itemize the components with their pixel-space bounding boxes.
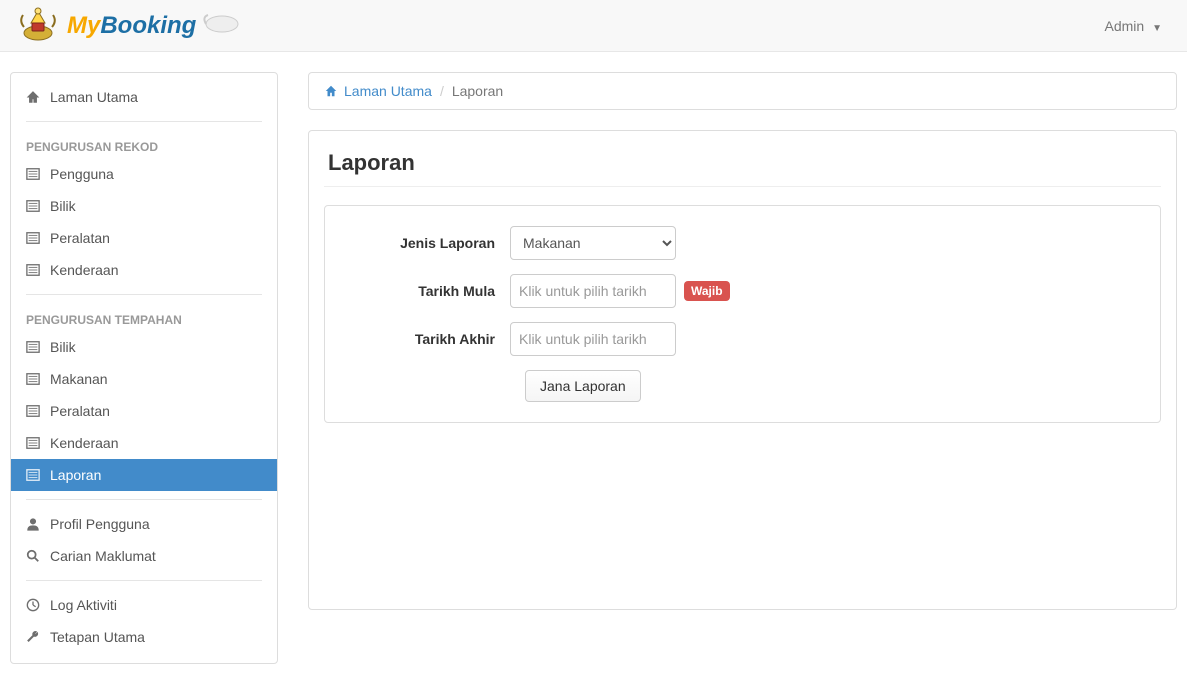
sidebar-item-peralatan-tempahan[interactable]: Peralatan — [11, 395, 277, 427]
sidebar-item-label: Log Aktiviti — [50, 597, 117, 613]
list-icon — [26, 468, 40, 482]
chevron-down-icon: ▼ — [1152, 23, 1162, 34]
wrench-icon — [26, 630, 40, 644]
sidebar-item-label: Kenderaan — [50, 262, 119, 278]
brand[interactable]: MyBooking — [15, 4, 242, 47]
sidebar-item-label: Pengguna — [50, 166, 114, 182]
sidebar-item-laporan[interactable]: Laporan — [11, 459, 277, 491]
breadcrumb-current: Laporan — [452, 83, 503, 99]
sidebar-item-profil[interactable]: Profil Pengguna — [11, 508, 277, 540]
list-icon — [26, 231, 40, 245]
sidebar-item-log[interactable]: Log Aktiviti — [11, 589, 277, 621]
sidebar-item-makanan[interactable]: Makanan — [11, 363, 277, 395]
list-icon — [26, 167, 40, 181]
list-icon — [26, 199, 40, 213]
jenis-laporan-label: Jenis Laporan — [345, 235, 510, 251]
sidebar-item-home[interactable]: Laman Utama — [11, 81, 277, 113]
divider — [26, 121, 262, 122]
list-icon — [26, 436, 40, 450]
list-icon — [26, 404, 40, 418]
page-title: Laporan — [324, 146, 1161, 187]
sidebar-item-peralatan-rekod[interactable]: Peralatan — [11, 222, 277, 254]
divider — [26, 294, 262, 295]
sidebar-item-label: Peralatan — [50, 230, 110, 246]
user-icon — [26, 517, 40, 531]
breadcrumb-home-link[interactable]: Laman Utama — [324, 83, 432, 99]
sidebar-item-bilik-tempahan[interactable]: Bilik — [11, 331, 277, 363]
sidebar: Laman Utama PENGURUSAN REKOD Pengguna Bi… — [10, 72, 278, 664]
sidebar-item-label: Kenderaan — [50, 435, 119, 451]
divider — [26, 580, 262, 581]
list-icon — [26, 263, 40, 277]
mouse-icon — [202, 4, 242, 47]
sidebar-item-label: Bilik — [50, 339, 76, 355]
sidebar-item-label: Bilik — [50, 198, 76, 214]
sidebar-item-label: Peralatan — [50, 403, 110, 419]
topbar: MyBooking Admin ▼ — [0, 0, 1187, 52]
jana-laporan-button[interactable]: Jana Laporan — [525, 370, 641, 402]
clock-icon — [26, 598, 40, 612]
sidebar-item-label: Tetapan Utama — [50, 629, 145, 645]
sidebar-item-kenderaan-rekod[interactable]: Kenderaan — [11, 254, 277, 286]
breadcrumb: Laman Utama / Laporan — [308, 72, 1177, 110]
tarikh-akhir-label: Tarikh Akhir — [345, 331, 510, 347]
breadcrumb-separator: / — [440, 83, 444, 99]
list-icon — [26, 340, 40, 354]
report-form: Jenis Laporan Makanan Tarikh Mula Wajib … — [324, 205, 1161, 423]
tarikh-mula-label: Tarikh Mula — [345, 283, 510, 299]
sidebar-item-label: Profil Pengguna — [50, 516, 150, 532]
sidebar-item-kenderaan-tempahan[interactable]: Kenderaan — [11, 427, 277, 459]
home-icon — [324, 84, 338, 98]
sidebar-item-carian[interactable]: Carian Maklumat — [11, 540, 277, 572]
sidebar-item-tetapan[interactable]: Tetapan Utama — [11, 621, 277, 653]
list-icon — [26, 372, 40, 386]
sidebar-section-rekod: PENGURUSAN REKOD — [11, 130, 277, 158]
sidebar-section-tempahan: PENGURUSAN TEMPAHAN — [11, 303, 277, 331]
brand-text: MyBooking — [67, 12, 196, 40]
sidebar-item-bilik-rekod[interactable]: Bilik — [11, 190, 277, 222]
home-icon — [26, 90, 40, 104]
sidebar-item-pengguna[interactable]: Pengguna — [11, 158, 277, 190]
report-panel: Laporan Jenis Laporan Makanan Tarikh Mul… — [308, 130, 1177, 610]
sidebar-item-label: Laman Utama — [50, 89, 138, 105]
tarikh-akhir-input[interactable] — [510, 322, 676, 356]
sidebar-item-label: Carian Maklumat — [50, 548, 156, 564]
jenis-laporan-select[interactable]: Makanan — [510, 226, 676, 260]
crest-icon — [15, 4, 61, 47]
sidebar-item-label: Laporan — [50, 467, 101, 483]
tarikh-mula-input[interactable] — [510, 274, 676, 308]
required-badge: Wajib — [684, 281, 730, 301]
divider — [26, 499, 262, 500]
search-icon — [26, 549, 40, 563]
user-menu-dropdown[interactable]: Admin ▼ — [1095, 8, 1172, 44]
user-label: Admin — [1105, 18, 1145, 34]
sidebar-item-label: Makanan — [50, 371, 108, 387]
main-content: Laman Utama / Laporan Laporan Jenis Lapo… — [308, 72, 1177, 610]
